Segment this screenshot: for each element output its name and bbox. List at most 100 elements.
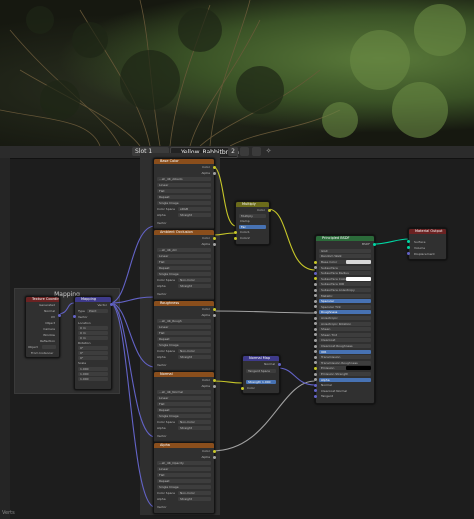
socket-bsdf-in[interactable]	[314, 294, 317, 298]
tex3-ext[interactable]: Repeat	[157, 337, 211, 341]
tex4-source[interactable]: Single Image	[157, 414, 211, 418]
tex2-colorspace[interactable]: Non-Color	[178, 278, 211, 282]
socket-bsdf-in[interactable]	[314, 327, 317, 331]
socket-uv[interactable]	[58, 314, 61, 317]
tex3-colorspace[interactable]: Non-Color	[178, 349, 211, 353]
material-users-count[interactable]: 2	[228, 147, 238, 156]
socket-bsdf-in[interactable]	[314, 266, 317, 270]
node-image-basecolor[interactable]: Base Color Color Alpha ...sh_4K_Albedo L…	[153, 158, 216, 230]
bsdf-input-sheen-tint[interactable]: Sheen Tint	[319, 332, 371, 337]
socket-mapping-vector-in[interactable]	[73, 315, 76, 318]
tex1-image[interactable]: ...sh_4K_Albedo	[157, 177, 211, 181]
pin-icon[interactable]: ✧	[264, 147, 273, 156]
tex1-proj[interactable]: Flat	[157, 189, 211, 193]
tex4-interp[interactable]: Linear	[157, 396, 211, 400]
scale-z[interactable]: 1.000	[78, 377, 108, 381]
socket-bsdf-out[interactable]	[373, 243, 376, 246]
socket-bsdf-in[interactable]	[314, 310, 317, 314]
bsdf-input-transmission-roughness[interactable]: Transmission Roughness	[319, 360, 371, 365]
bsdf-input-tangent[interactable]: Tangent	[319, 394, 371, 398]
node-tex4-header[interactable]: Normal	[154, 372, 214, 377]
node-image-ao[interactable]: Ambient Occlusion Color Alpha ...sh_4K_A…	[153, 229, 216, 301]
bsdf-distribution[interactable]: GGX	[319, 249, 371, 253]
tex5-source[interactable]: Single Image	[157, 485, 211, 489]
socket-tex2-alpha[interactable]	[213, 243, 216, 246]
bsdf-input-anisotropic-rotation[interactable]: Anisotropic Rotation	[319, 321, 371, 326]
node-normalmap-header[interactable]: Normal Map	[243, 356, 279, 361]
tex5-ext[interactable]: Repeat	[157, 479, 211, 483]
bsdf-input-clearcoat-normal[interactable]: Clearcoat Normal	[319, 389, 371, 393]
node-mix-header[interactable]: Multiply	[236, 202, 269, 207]
socket-tex3-alpha[interactable]	[213, 314, 216, 317]
bsdf-input-transmission[interactable]: Transmission	[319, 355, 371, 360]
bsdf-input-subsurface-radius[interactable]: Subsurface Radius	[319, 271, 371, 276]
node-mix-multiply[interactable]: Multiply Color Multiply Clamp Fac Color1…	[234, 201, 271, 245]
socket-bsdf-in[interactable]	[314, 378, 317, 382]
node-material-output[interactable]: Material Output Surface Volume Displacem…	[407, 228, 447, 260]
node-mapping-header[interactable]: Mapping	[75, 297, 111, 302]
node-output-header[interactable]: Material Output	[409, 229, 446, 234]
bsdf-input-emission-strength[interactable]: Emission Strength	[319, 372, 371, 376]
bsdf-input-roughness[interactable]: Roughness	[319, 310, 371, 315]
bsdf-input-ior[interactable]: IOR	[319, 349, 371, 354]
node-image-alpha[interactable]: Alpha Color Alpha ...sh_4K_Opacity Linea…	[153, 442, 216, 514]
tex5-interp[interactable]: Linear	[157, 467, 211, 471]
node-tex3-header[interactable]: Roughness	[154, 301, 214, 306]
socket-bsdf-in[interactable]	[314, 361, 317, 365]
scale-y[interactable]: 1.000	[78, 372, 108, 376]
loc-y[interactable]: 0 m	[78, 331, 108, 335]
tex3-interp[interactable]: Linear	[157, 325, 211, 329]
node-texture-coordinate[interactable]: Texture Coordinate Generated Normal UV O…	[25, 296, 61, 358]
bsdf-input-clearcoat-roughness[interactable]: Clearcoat Roughness	[319, 344, 371, 348]
bsdf-input-metallic[interactable]: Metallic	[319, 293, 371, 298]
loc-z[interactable]: 0 m	[78, 336, 108, 340]
socket-output-volume[interactable]	[407, 246, 410, 249]
bsdf-input-normal[interactable]: Normal	[319, 383, 371, 387]
bsdf-input-subsurface-anisotropy[interactable]: Subsurface Anisotropy	[319, 288, 371, 292]
bsdf-input-alpha[interactable]: Alpha	[319, 377, 371, 382]
tex2-proj[interactable]: Flat	[157, 260, 211, 264]
socket-bsdf-in[interactable]	[314, 277, 317, 281]
tex2-ext[interactable]: Repeat	[157, 266, 211, 270]
tex5-image[interactable]: ...sh_4K_Opacity	[157, 461, 211, 465]
bsdf-color-swatch[interactable]	[346, 260, 371, 264]
bsdf-input-clearcoat[interactable]: Clearcoat	[319, 338, 371, 343]
tex2-source[interactable]: Single Image	[157, 272, 211, 276]
socket-mix-out[interactable]	[268, 209, 271, 212]
scale-x[interactable]: 1.000	[78, 367, 108, 371]
tex3-proj[interactable]: Flat	[157, 331, 211, 335]
object-field[interactable]	[42, 345, 56, 349]
socket-bsdf-in[interactable]	[314, 338, 317, 342]
rot-z[interactable]: 0°	[78, 356, 108, 360]
bsdf-color-swatch[interactable]	[346, 366, 371, 371]
tex2-interp[interactable]: Linear	[157, 254, 211, 258]
socket-tex5-color[interactable]	[213, 450, 216, 453]
tex4-alphamode[interactable]: Straight	[178, 426, 211, 430]
tex3-image[interactable]: ...sh_4K_Rough	[157, 319, 211, 323]
node-principled-bsdf[interactable]: Principled BSDF BSDF GGX Random Walk Bas…	[314, 235, 376, 404]
socket-tex1-color[interactable]	[213, 166, 216, 169]
bsdf-color-swatch[interactable]	[346, 276, 371, 281]
socket-bsdf-in[interactable]	[314, 322, 317, 326]
socket-bsdf-in[interactable]	[314, 344, 317, 348]
node-image-roughness[interactable]: Roughness Color Alpha ...sh_4K_Rough Lin…	[153, 300, 216, 372]
bsdf-input-specular[interactable]: Specular	[319, 299, 371, 304]
socket-bsdf-in[interactable]	[314, 389, 317, 393]
bsdf-input-anisotropic[interactable]: Anisotropic	[319, 316, 371, 320]
socket-bsdf-in[interactable]	[314, 333, 317, 337]
bsdf-input-specular-tint[interactable]: Specular Tint	[319, 304, 371, 309]
tex4-ext[interactable]: Repeat	[157, 408, 211, 412]
socket-bsdf-in[interactable]	[314, 299, 317, 303]
socket-bsdf-in[interactable]	[314, 350, 317, 354]
socket-mapping-vector-out[interactable]	[110, 303, 113, 306]
socket-bsdf-in[interactable]	[314, 288, 317, 292]
socket-tex3-color[interactable]	[213, 308, 216, 311]
mix-clamp-checkbox[interactable]: Clamp	[240, 219, 250, 223]
socket-bsdf-in[interactable]	[314, 366, 317, 370]
normalmap-strength[interactable]: Strength 1.000	[246, 380, 276, 384]
socket-tex1-alpha[interactable]	[213, 172, 216, 175]
tex1-ext[interactable]: Repeat	[157, 195, 211, 199]
rot-x[interactable]: 0°	[78, 346, 108, 350]
node-mapping[interactable]: Mapping Vector Type Point Vector Locatio…	[73, 296, 113, 390]
tex4-image[interactable]: ...sh_4K_Normal	[157, 390, 211, 394]
